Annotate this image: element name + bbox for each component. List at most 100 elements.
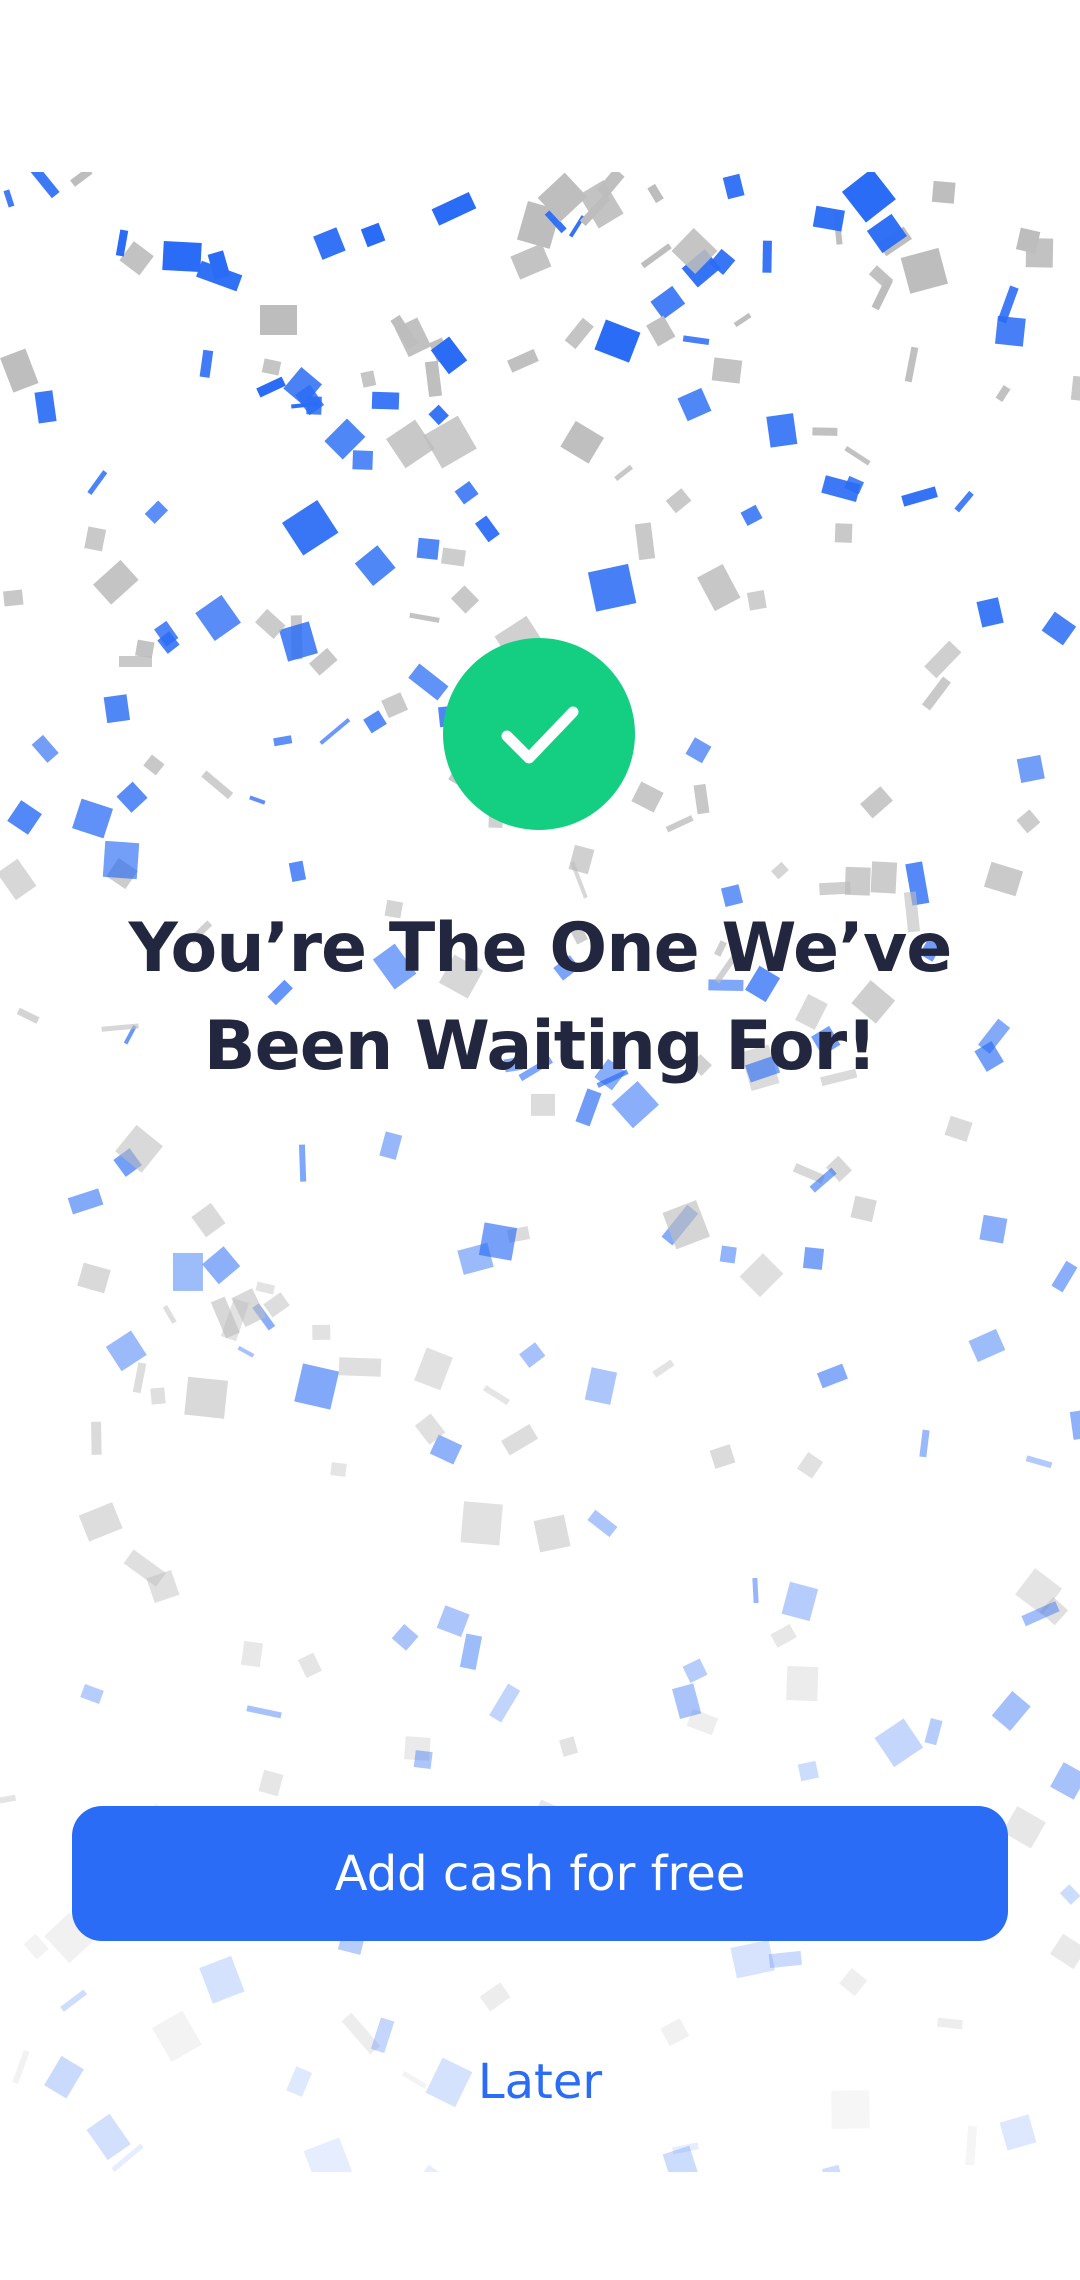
confetti-piece bbox=[414, 1413, 446, 1445]
confetti-piece bbox=[479, 1222, 517, 1261]
confetti-piece bbox=[900, 486, 938, 507]
confetti-piece bbox=[119, 240, 155, 276]
confetti-piece bbox=[685, 737, 712, 763]
confetti-piece bbox=[1059, 1884, 1080, 1905]
confetti-piece bbox=[584, 1367, 618, 1406]
confetti-piece bbox=[671, 227, 718, 274]
confetti-piece bbox=[1070, 375, 1080, 402]
confetti-piece bbox=[662, 2145, 702, 2172]
confetti-piece bbox=[261, 357, 281, 376]
confetti-piece bbox=[558, 1735, 579, 1757]
confetti-piece bbox=[116, 781, 148, 813]
confetti-piece bbox=[403, 1736, 431, 1761]
confetti-piece bbox=[984, 861, 1023, 897]
confetti-piece bbox=[762, 240, 772, 273]
confetti-piece bbox=[391, 1624, 419, 1651]
confetti-piece bbox=[427, 405, 449, 427]
confetti-piece bbox=[531, 1094, 556, 1116]
confetti-piece bbox=[537, 172, 588, 222]
confetti-piece bbox=[871, 277, 894, 310]
confetti-piece bbox=[900, 247, 948, 294]
confetti-piece bbox=[309, 647, 339, 676]
confetti-piece bbox=[570, 861, 588, 899]
confetti-piece bbox=[76, 1262, 111, 1294]
confetti-piece bbox=[810, 1167, 838, 1192]
confetti-piece bbox=[319, 718, 351, 745]
confetti-piece bbox=[968, 1328, 1006, 1363]
confetti-piece bbox=[1051, 1261, 1079, 1293]
confetti-piece bbox=[822, 2165, 843, 2172]
confetti-piece bbox=[386, 419, 435, 468]
confetti-piece bbox=[245, 1705, 282, 1719]
confetti-piece bbox=[220, 1298, 249, 1342]
confetti-piece bbox=[16, 1007, 40, 1024]
confetti-piece bbox=[157, 630, 180, 654]
checkmark-icon bbox=[501, 706, 579, 764]
confetti-piece bbox=[771, 861, 790, 880]
confetti-piece bbox=[113, 1148, 142, 1177]
confetti-piece bbox=[263, 1292, 290, 1318]
confetti-piece bbox=[422, 415, 477, 469]
confetti-piece bbox=[747, 589, 767, 611]
confetti-piece bbox=[195, 595, 242, 641]
confetti-piece bbox=[162, 241, 203, 273]
confetti-piece bbox=[859, 786, 892, 819]
confetti-piece bbox=[324, 418, 366, 460]
confetti-piece bbox=[191, 1202, 226, 1237]
confetti-piece bbox=[786, 1665, 819, 1702]
confetti-piece bbox=[1039, 1597, 1068, 1626]
confetti-piece bbox=[979, 1215, 1008, 1244]
confetti-piece bbox=[290, 401, 319, 409]
confetti-piece bbox=[432, 192, 477, 226]
confetti-piece bbox=[278, 621, 318, 663]
confetti-piece bbox=[719, 1245, 737, 1264]
confetti-piece bbox=[560, 420, 604, 464]
confetti-piece bbox=[781, 1581, 819, 1622]
confetti-piece bbox=[843, 476, 864, 495]
confetti-piece bbox=[665, 488, 692, 513]
confetti-piece bbox=[693, 784, 710, 815]
confetti-piece bbox=[294, 384, 324, 416]
confetti-piece bbox=[133, 1362, 147, 1394]
confetti-piece bbox=[818, 881, 851, 896]
confetti-piece bbox=[507, 1226, 530, 1243]
confetti-piece bbox=[330, 1462, 347, 1478]
confetti-piece bbox=[23, 1934, 49, 1960]
confetti-piece bbox=[12, 2049, 30, 2084]
confetti-piece bbox=[354, 544, 396, 586]
confetti-piece bbox=[770, 1623, 797, 1648]
confetti-piece bbox=[803, 1246, 825, 1270]
confetti-piece bbox=[474, 515, 500, 543]
confetti-piece bbox=[361, 222, 386, 248]
confetti-piece bbox=[282, 500, 339, 556]
confetti-piece bbox=[87, 470, 108, 495]
confetti-piece bbox=[0, 1794, 17, 1804]
confetti-piece bbox=[153, 620, 179, 647]
confetti-piece bbox=[817, 1364, 849, 1390]
confetti-piece bbox=[255, 608, 286, 639]
add-cash-button[interactable]: Add cash for free bbox=[72, 1806, 1008, 1941]
confetti-piece bbox=[579, 180, 624, 229]
confetti-piece bbox=[842, 172, 896, 223]
confetti-piece bbox=[0, 348, 39, 393]
confetti-piece bbox=[733, 313, 752, 328]
confetti-piece bbox=[429, 1434, 462, 1465]
confetti-piece bbox=[635, 522, 656, 561]
confetti-piece bbox=[792, 1163, 825, 1184]
confetti-piece bbox=[115, 1125, 163, 1173]
confetti-piece bbox=[1049, 1933, 1080, 1970]
later-button[interactable]: Later bbox=[340, 2042, 740, 2122]
confetti-piece bbox=[237, 1345, 255, 1358]
confetti-piece bbox=[456, 1242, 494, 1275]
confetti-piece bbox=[1002, 1806, 1045, 1849]
confetti-piece bbox=[416, 537, 440, 561]
confetti-piece bbox=[682, 335, 710, 346]
confetti-piece bbox=[586, 1509, 617, 1537]
confetti-piece bbox=[1026, 1455, 1053, 1468]
confetti-piece bbox=[30, 172, 60, 199]
confetti-piece bbox=[417, 2164, 445, 2172]
confetti-piece bbox=[569, 845, 595, 875]
confetti-piece bbox=[1021, 1601, 1060, 1627]
confetti-piece bbox=[954, 490, 974, 513]
confetti-piece bbox=[711, 357, 743, 384]
